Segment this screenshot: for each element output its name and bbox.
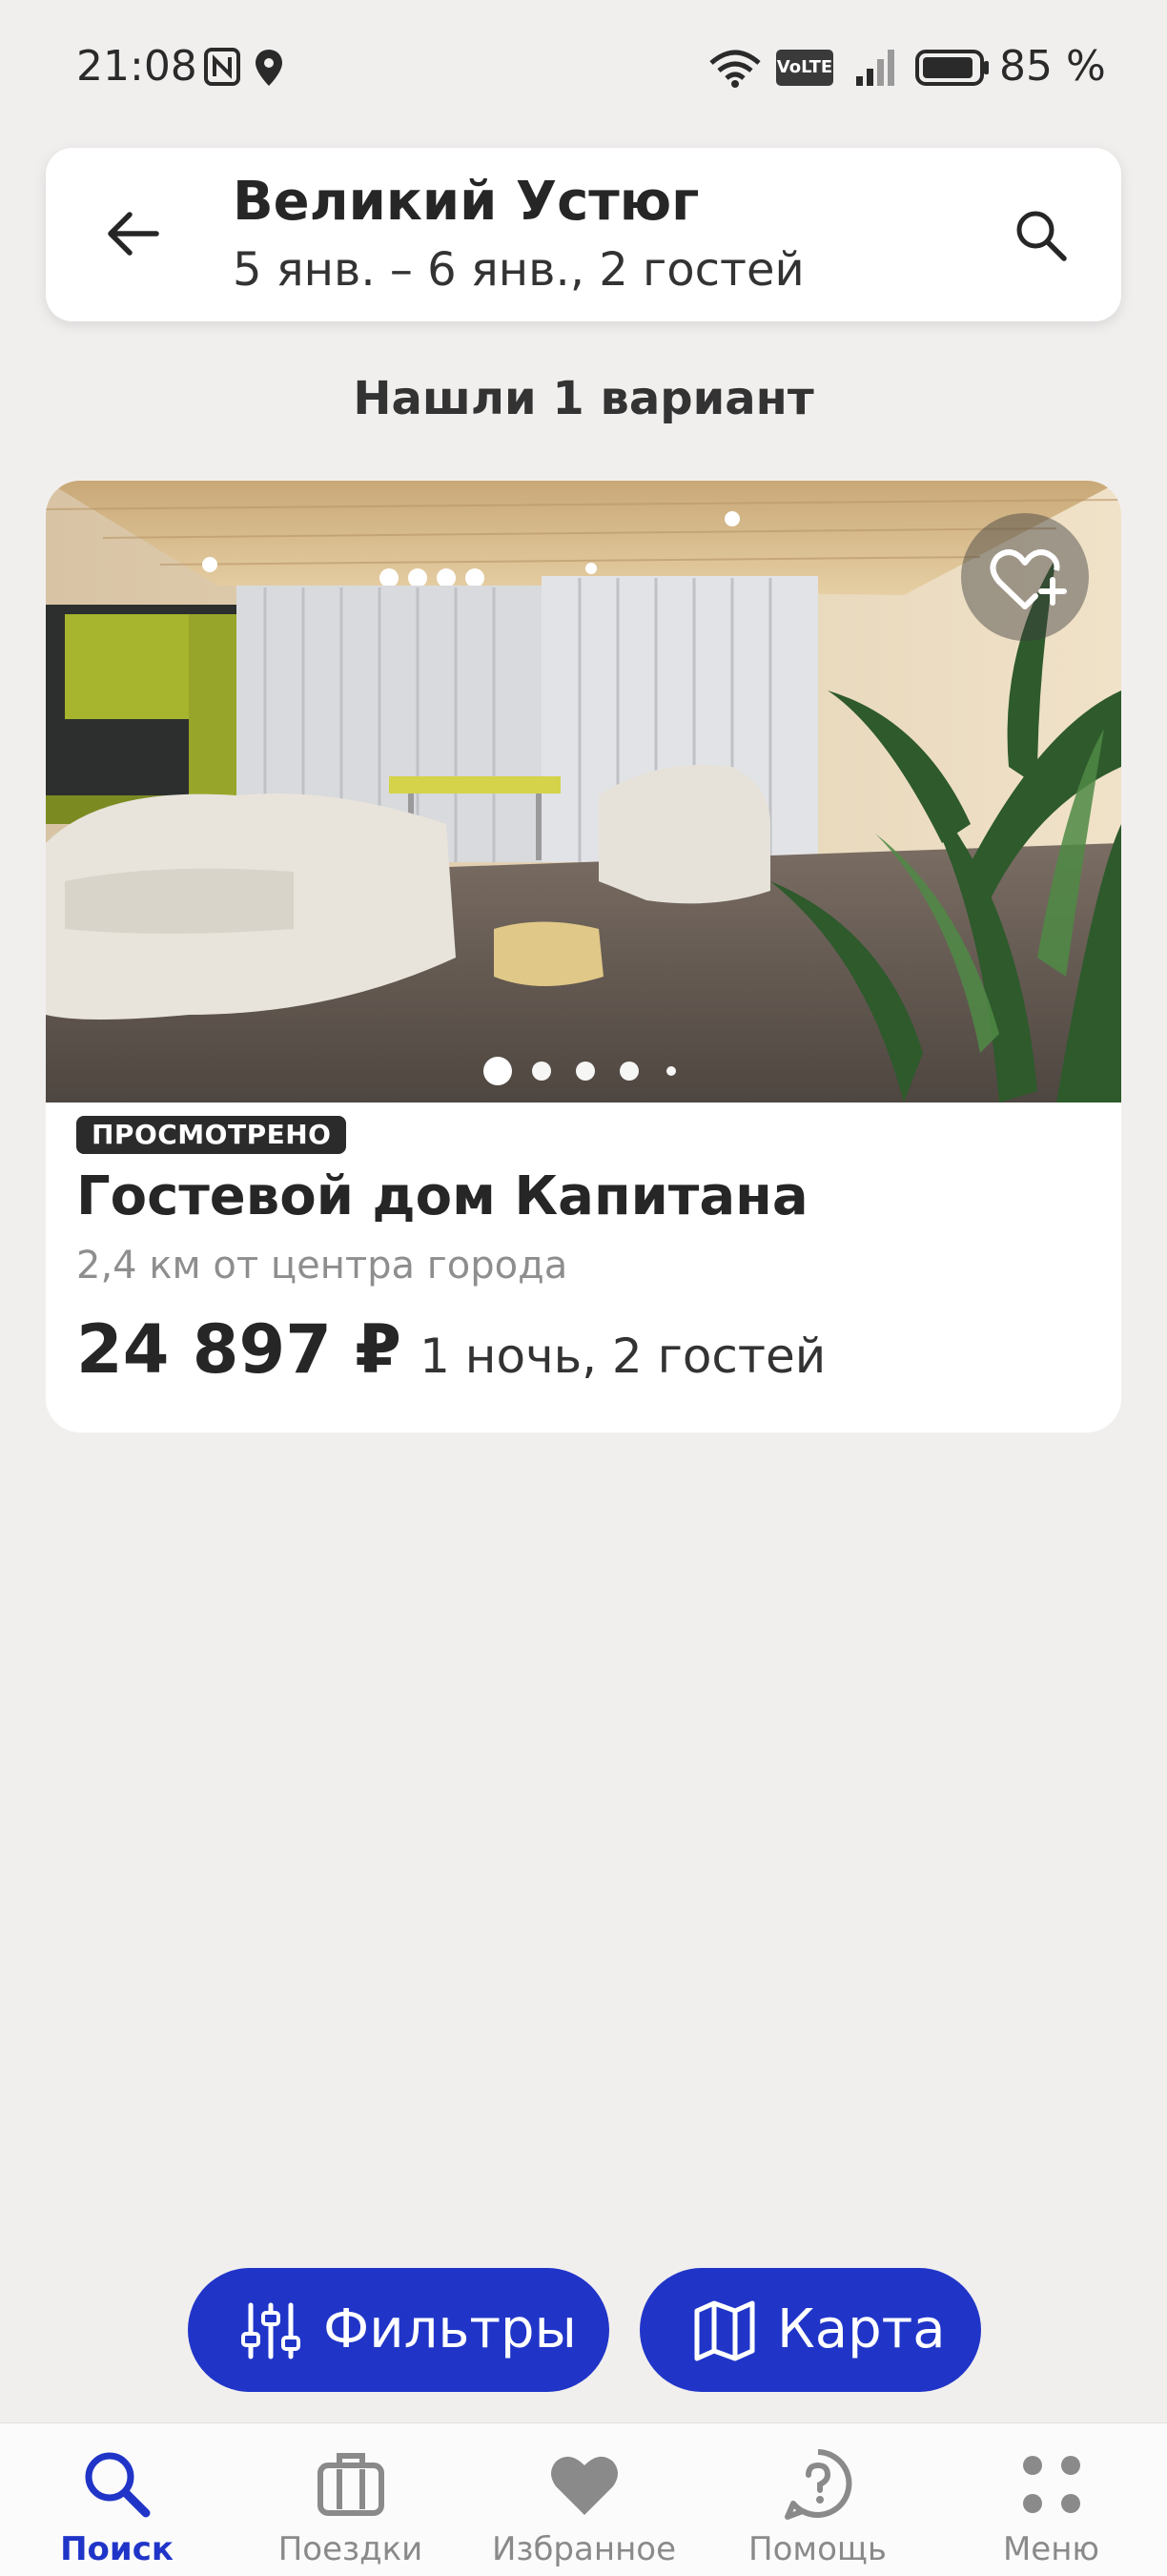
dates-guests-subtitle: 5 янв. – 6 янв., 2 гостей — [233, 243, 805, 297]
wifi-icon — [709, 50, 761, 88]
search-icon — [85, 2452, 151, 2518]
signal-icon — [856, 50, 894, 86]
listing-card[interactable]: ПРОСМОТРЕНО Гостевой дом Капитана 2,4 км… — [46, 481, 1121, 1432]
heart-icon — [551, 2456, 618, 2515]
bottom-navigation: Поиск Поездки Избранное Помощь Меню — [0, 2422, 1167, 2576]
nav-menu[interactable]: Меню — [934, 2423, 1167, 2576]
help-icon — [785, 2449, 852, 2520]
nav-trips-label: Поездки — [277, 2530, 423, 2568]
add-to-favorites-button[interactable] — [961, 513, 1089, 641]
sliders-icon — [241, 2302, 300, 2360]
listing-price: 24 897 ₽ — [76, 1310, 401, 1389]
status-time: 21:08 — [76, 42, 197, 91]
map-button[interactable]: Карта — [640, 2268, 981, 2392]
filters-button[interactable]: Фильтры — [188, 2268, 609, 2392]
map-label: Карта — [777, 2298, 946, 2360]
back-arrow-icon[interactable] — [103, 203, 164, 264]
listing-distance: 2,4 км от центра города — [76, 1244, 568, 1288]
photo-dot — [666, 1066, 676, 1076]
nav-favorites[interactable]: Избранное — [467, 2423, 701, 2576]
status-bar: 21:08 VoLTE 85 % — [0, 0, 1167, 134]
photo-dot — [483, 1057, 512, 1085]
nav-menu-label: Меню — [1002, 2530, 1100, 2568]
nfc-icon — [204, 48, 240, 86]
heart-plus-icon — [990, 549, 1067, 609]
search-summary-card[interactable]: Великий Устюг 5 янв. – 6 янв., 2 гостей — [46, 148, 1121, 321]
photo-pagination — [46, 1057, 1121, 1085]
search-icon[interactable] — [1013, 207, 1070, 264]
listing-title[interactable]: Гостевой дом Капитана — [76, 1165, 809, 1227]
battery-percent: 85 % — [999, 42, 1106, 91]
nav-trips[interactable]: Поездки — [234, 2423, 467, 2576]
room-photo-image — [46, 481, 1121, 1103]
map-icon — [694, 2300, 755, 2361]
listing-photo[interactable] — [46, 481, 1121, 1103]
price-note: 1 ночь, 2 гостей — [420, 1329, 827, 1384]
results-count: Нашли 1 вариант — [353, 372, 814, 425]
nav-favorites-label: Избранное — [491, 2530, 677, 2568]
nav-search-label: Поиск — [60, 2530, 174, 2568]
suitcase-icon — [317, 2453, 384, 2516]
destination-title: Великий Устюг — [233, 171, 700, 233]
battery-icon — [915, 50, 989, 86]
photo-dot — [620, 1061, 639, 1081]
nav-help-label: Помощь — [748, 2530, 887, 2568]
photo-dot — [576, 1061, 595, 1081]
menu-dots-icon — [1023, 2456, 1080, 2513]
location-icon — [256, 50, 282, 86]
nav-search[interactable]: Поиск — [0, 2423, 234, 2576]
volte-icon: VoLTE — [776, 50, 833, 86]
price-row: 24 897 ₽ 1 ночь, 2 гостей — [76, 1310, 826, 1389]
filters-label: Фильтры — [323, 2298, 577, 2360]
photo-dot — [532, 1061, 551, 1081]
nav-help[interactable]: Помощь — [701, 2423, 934, 2576]
viewed-badge: ПРОСМОТРЕНО — [76, 1116, 347, 1154]
